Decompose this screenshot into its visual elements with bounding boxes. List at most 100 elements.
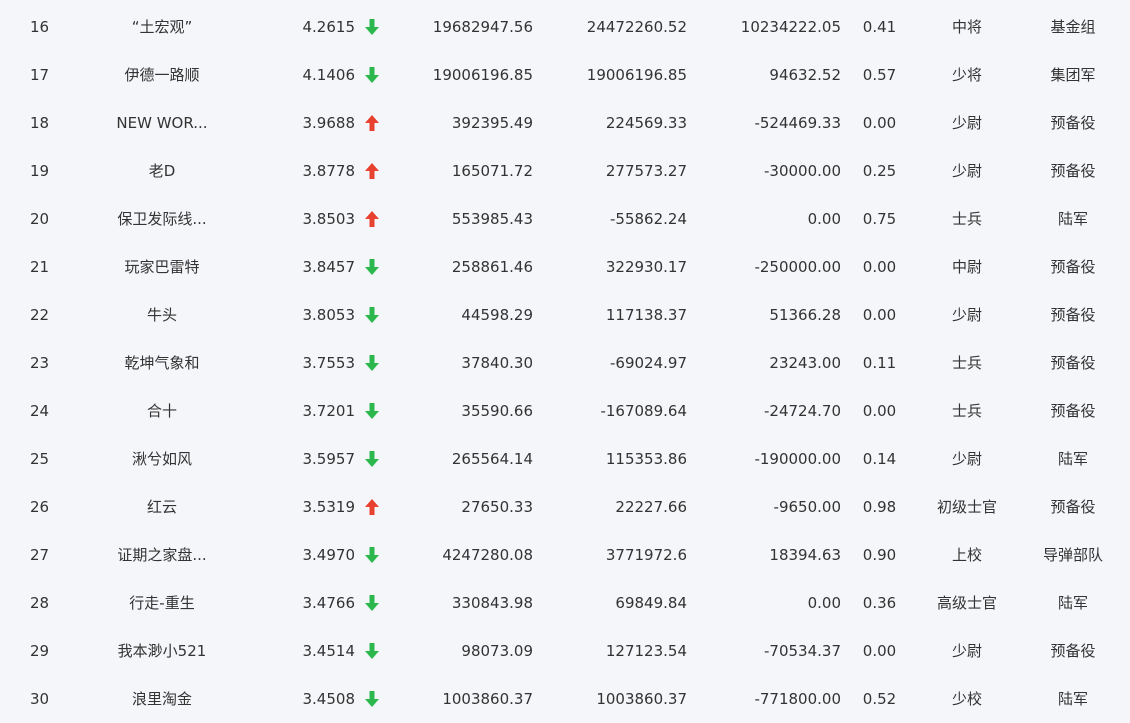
value-2: 24472260.52: [586, 18, 687, 36]
value-2: 1003860.37: [596, 690, 687, 708]
table-row[interactable]: 27 证期之家盘... 3.4970 4247280.08 3771972.6 18394…: [0, 531, 1130, 579]
table-row[interactable]: 22 牛头 3.8053 44598.29 117138.37 51366.28 0.00 少…: [0, 291, 1130, 339]
arrow-up-icon: [365, 211, 379, 227]
trend-down-cell: [361, 531, 383, 579]
arrow-down-icon: [365, 355, 379, 371]
ratio-value: 0.00: [862, 642, 897, 660]
player-name: 湫兮如风: [131, 450, 192, 468]
player-name: 伊德一路顺: [124, 66, 200, 84]
table-row[interactable]: 17 伊德一路顺 4.1406 19006196.85 19006196.85 94632…: [0, 51, 1130, 99]
arrow-down-icon: [365, 547, 379, 563]
value-3: 18394.63: [769, 546, 841, 564]
level-title: 士兵: [951, 354, 982, 372]
player-name: 玩家巴雷特: [124, 258, 200, 276]
unit-name: 陆军: [1057, 594, 1088, 612]
ratio-value: 0.75: [862, 210, 897, 228]
trend-up-cell: [361, 99, 383, 147]
value-3: -250000.00: [754, 258, 841, 276]
score-value: 3.4514: [302, 642, 356, 660]
unit-name: 预备役: [1050, 498, 1096, 516]
value-2: -167089.64: [600, 402, 687, 420]
table-row[interactable]: 25 湫兮如风 3.5957 265564.14 115353.86 -190000.00…: [0, 435, 1130, 483]
value-3: -24724.70: [764, 402, 841, 420]
value-3: -30000.00: [764, 162, 841, 180]
value-2: 19006196.85: [586, 66, 687, 84]
value-2: 22227.66: [615, 498, 687, 516]
table-row[interactable]: 23 乾坤气象和 3.7553 37840.30 -69024.97 23243.00 0.…: [0, 339, 1130, 387]
table-row[interactable]: 19 老D 3.8778 165071.72 277573.27 -30000.00 0.2…: [0, 147, 1130, 195]
unit-name: 预备役: [1050, 354, 1096, 372]
table-row[interactable]: 28 行走-重生 3.4766 330843.98 69849.84 0.00 0.36 高级…: [0, 579, 1130, 627]
value-2: -69024.97: [610, 354, 687, 372]
trend-down-cell: [361, 51, 383, 99]
player-name: 乾坤气象和: [124, 354, 200, 372]
level-title: 少尉: [951, 114, 982, 132]
arrow-down-icon: [365, 259, 379, 275]
trend-down-cell: [361, 435, 383, 483]
value-1: 4247280.08: [442, 546, 533, 564]
arrow-up-icon: [365, 163, 379, 179]
trend-up-cell: [361, 483, 383, 531]
trend-up-cell: [361, 195, 383, 243]
score-value: 3.4508: [302, 690, 356, 708]
ratio-value: 0.11: [862, 354, 897, 372]
score-value: 3.4970: [302, 546, 356, 564]
table-row[interactable]: 16 “土宏观” 4.2615 19682947.56 24472260.52 10234…: [0, 3, 1130, 51]
table-row[interactable]: 24 合十 3.7201 35590.66 -167089.64 -24724.70 0.0…: [0, 387, 1130, 435]
value-3: 0.00: [807, 210, 841, 228]
level-title: 少尉: [951, 306, 982, 324]
player-name: 证期之家盘...: [117, 546, 207, 564]
level-title: 少尉: [951, 162, 982, 180]
table-row[interactable]: 29 我本渺小521 3.4514 98073.09 127123.54 -70534.3…: [0, 627, 1130, 675]
arrow-down-icon: [365, 67, 379, 83]
rank-cell: 30: [29, 690, 50, 708]
value-1: 392395.49: [451, 114, 533, 132]
value-1: 35590.66: [461, 402, 533, 420]
value-2: -55862.24: [610, 210, 687, 228]
value-2: 127123.54: [605, 642, 687, 660]
unit-name: 集团军: [1050, 66, 1096, 84]
value-3: 10234222.05: [740, 18, 841, 36]
value-1: 98073.09: [461, 642, 533, 660]
rank-cell: 16: [29, 18, 50, 36]
score-value: 3.8503: [302, 210, 356, 228]
value-3: -771800.00: [754, 690, 841, 708]
ratio-value: 0.52: [862, 690, 897, 708]
table-row[interactable]: 20 保卫发际线... 3.8503 553985.43 -55862.24 0.00 0.…: [0, 195, 1130, 243]
score-value: 3.9688: [302, 114, 356, 132]
value-1: 19006196.85: [432, 66, 533, 84]
value-1: 37840.30: [461, 354, 533, 372]
level-title: 上校: [951, 546, 982, 564]
player-name: 浪里淘金: [131, 690, 192, 708]
value-3: -524469.33: [754, 114, 841, 132]
value-2: 115353.86: [605, 450, 687, 468]
value-1: 44598.29: [461, 306, 533, 324]
level-title: 士兵: [951, 210, 982, 228]
ratio-value: 0.41: [862, 18, 897, 36]
value-3: 23243.00: [769, 354, 841, 372]
ratio-value: 0.00: [862, 306, 897, 324]
level-title: 高级士官: [936, 594, 997, 612]
score-value: 3.8053: [302, 306, 356, 324]
score-value: 3.8457: [302, 258, 356, 276]
rank-cell: 26: [29, 498, 50, 516]
player-name: NEW WOR...: [116, 114, 208, 132]
level-title: 中将: [951, 18, 982, 36]
score-value: 3.5319: [302, 498, 356, 516]
table-row[interactable]: 26 红云 3.5319 27650.33 22227.66 -9650.00 0.98 初级…: [0, 483, 1130, 531]
player-name: 合十: [146, 402, 177, 420]
value-3: -190000.00: [754, 450, 841, 468]
rank-cell: 20: [29, 210, 50, 228]
level-title: 初级士官: [936, 498, 997, 516]
ratio-value: 0.25: [862, 162, 897, 180]
table-row[interactable]: 30 浪里淘金 3.4508 1003860.37 1003860.37 -771800.…: [0, 675, 1130, 723]
unit-name: 导弹部队: [1042, 546, 1103, 564]
value-3: -9650.00: [773, 498, 841, 516]
table-row[interactable]: 21 玩家巴雷特 3.8457 258861.46 322930.17 -250000.0…: [0, 243, 1130, 291]
rank-cell: 21: [29, 258, 50, 276]
table-row[interactable]: 18 NEW WOR... 3.9688 392395.49 224569.33 -524…: [0, 99, 1130, 147]
player-name: 保卫发际线...: [117, 210, 207, 228]
player-name: 我本渺小521: [117, 642, 207, 660]
unit-name: 预备役: [1050, 306, 1096, 324]
trend-down-cell: [361, 387, 383, 435]
